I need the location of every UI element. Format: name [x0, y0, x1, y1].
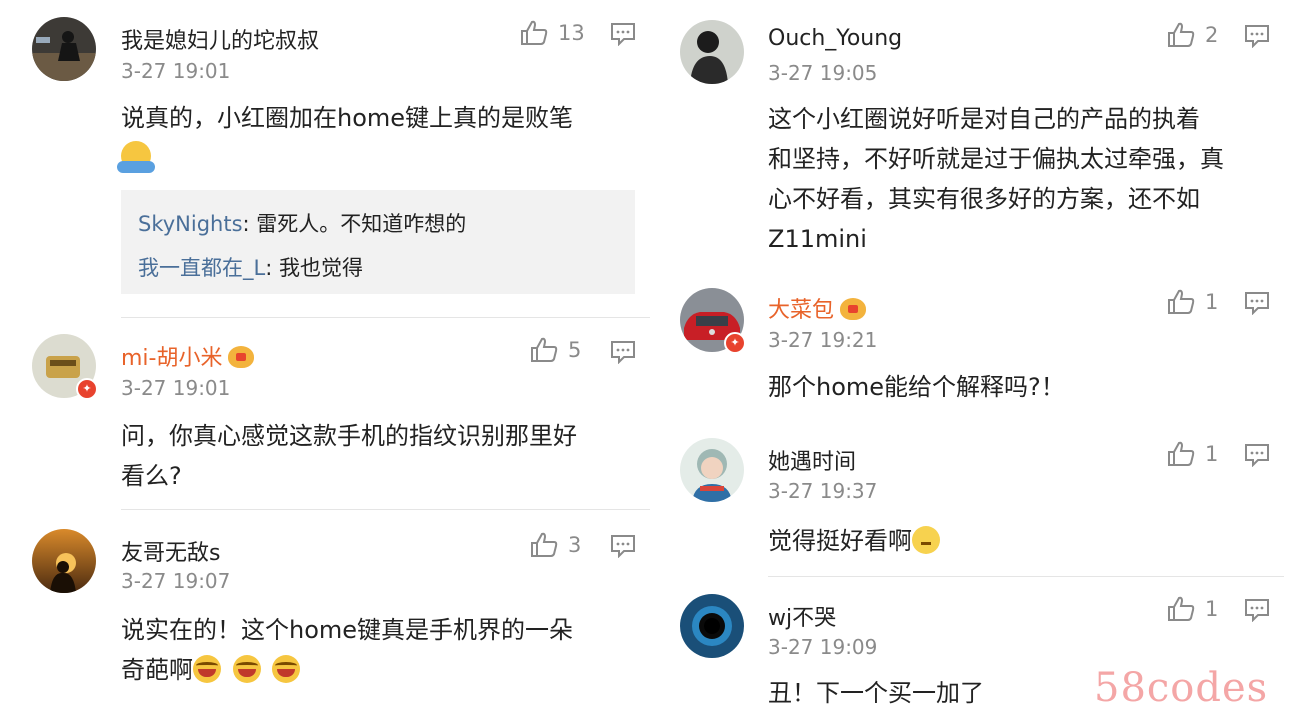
like-button[interactable]: 1	[1167, 289, 1218, 315]
avatar[interactable]	[32, 529, 96, 593]
like-count: 3	[568, 533, 582, 557]
reply-button[interactable]	[610, 22, 636, 50]
comment-text-line: Z11mini	[768, 225, 867, 253]
comment-text-line: 和坚持，不好听就是过于偏执太过牵强，真	[768, 145, 1224, 173]
comment-text: 觉得挺好看啊	[768, 521, 1278, 561]
username[interactable]: 大菜包	[768, 292, 867, 324]
like-button[interactable]: 1	[1167, 596, 1218, 622]
username-text: mi-胡小米	[121, 346, 223, 371]
comment-text-line: 问，你真心感觉这款手机的指纹识别那里好	[121, 422, 577, 450]
timestamp: 3-27 19:07	[121, 569, 231, 593]
comment-text-line: 说实在的！这个home键真是手机界的一朵	[121, 616, 574, 644]
divider	[768, 576, 1284, 577]
comment-text-line: 奇葩啊	[121, 656, 193, 684]
thumbs-up-icon	[1168, 22, 1195, 47]
avatar[interactable]	[680, 20, 744, 84]
username[interactable]: Ouch_Young	[768, 26, 902, 51]
timestamp: 3-27 19:09	[768, 635, 878, 659]
vip-crown-icon	[840, 298, 867, 320]
verified-badge-icon: ✦	[76, 378, 98, 400]
comment-text: 那个home能给个解释吗?！	[768, 373, 1065, 401]
username-text: 大菜包	[768, 298, 835, 323]
thumbs-up-icon	[1168, 441, 1195, 466]
comment-icon	[611, 23, 635, 47]
reply-preview-box[interactable]: SkyNights: 雷死人。不知道咋想的 我一直都在_L: 我也觉得	[121, 190, 635, 294]
like-count: 1	[1205, 290, 1219, 314]
comment-item: 她遇时间 3-27 19:37 1 觉得挺好看啊	[650, 420, 1294, 580]
thumbs-up-icon	[1168, 596, 1195, 621]
timestamp: 3-27 19:01	[121, 376, 231, 400]
comment-text: 这个小红圈说好听是对自己的产品的执着 和坚持，不好听就是过于偏执太过牵强，真 心…	[768, 99, 1278, 259]
comment-text: 说真的，小红圈加在home键上真的是败笔	[117, 98, 631, 178]
comment-text-line: 说真的，小红圈加在home键上真的是败笔	[121, 104, 574, 132]
avatar[interactable]	[680, 438, 744, 502]
comment-item: 我是媳妇儿的坨叔叔 3-27 19:01 13 说真的，小红圈加在home键上真…	[0, 0, 650, 320]
comment-item: ✦ mi-胡小米 3-27 19:01 5 问，你真心感觉这款手机的指纹识别那里…	[0, 320, 650, 510]
reply-username[interactable]: 我一直都在_L	[138, 256, 265, 280]
avatar[interactable]	[680, 594, 744, 658]
username[interactable]: 友哥无敌s	[121, 535, 220, 567]
comment-item: 友哥无敌s 3-27 19:07 3 说实在的！这个home键真是手机界的一朵 …	[0, 510, 650, 721]
vip-crown-icon	[228, 346, 255, 368]
thumbs-up-icon	[1168, 289, 1195, 314]
like-button[interactable]: 3	[530, 532, 581, 558]
username[interactable]: mi-胡小米	[121, 340, 255, 372]
comment-icon	[1245, 599, 1269, 623]
reply-preview-item: 我一直都在_L: 我也觉得	[138, 252, 363, 282]
verified-badge-icon: ✦	[724, 332, 746, 354]
username[interactable]: wj不哭	[768, 600, 836, 632]
thumbs-up-icon	[531, 532, 558, 557]
reply-button[interactable]	[1244, 443, 1270, 471]
like-count: 1	[1205, 442, 1219, 466]
username[interactable]: 我是媳妇儿的坨叔叔	[121, 23, 319, 55]
comment-icon	[1245, 444, 1269, 468]
watermark: 58codes	[1094, 665, 1269, 711]
like-button[interactable]: 13	[520, 20, 585, 46]
comment-text-line: 觉得挺好看啊	[768, 527, 912, 555]
divider	[121, 317, 650, 318]
like-count: 5	[568, 338, 582, 362]
reply-text: : 雷死人。不知道咋想的	[242, 212, 467, 236]
like-count: 1	[1205, 597, 1219, 621]
shrug-emoji-icon	[117, 141, 155, 173]
comment-text-line: 这个小红圈说好听是对自己的产品的执着	[768, 105, 1200, 133]
like-button[interactable]: 2	[1167, 22, 1218, 48]
comment-text-line: 心不好看，其实有很多好的方案，还不如	[768, 185, 1200, 213]
comment-icon	[1245, 25, 1269, 49]
like-button[interactable]: 1	[1167, 441, 1218, 467]
like-count: 2	[1205, 23, 1219, 47]
thumbs-up-icon	[531, 337, 558, 362]
like-button[interactable]: 5	[530, 337, 581, 363]
avatar[interactable]	[32, 17, 96, 81]
comment-text: 问，你真心感觉这款手机的指纹识别那里好 看么?	[121, 416, 641, 496]
reply-username[interactable]: SkyNights	[138, 212, 243, 236]
timestamp: 3-27 19:21	[768, 328, 878, 352]
comment-icon	[611, 341, 635, 365]
reply-preview-item: SkyNights: 雷死人。不知道咋想的	[138, 208, 466, 238]
comment-icon	[1245, 292, 1269, 316]
reply-button[interactable]	[610, 534, 636, 562]
timestamp: 3-27 19:05	[768, 61, 878, 85]
laugh-emoji-icon	[232, 655, 261, 683]
laugh-emoji-icon	[193, 655, 221, 683]
timestamp: 3-27 19:37	[768, 479, 878, 503]
username[interactable]: 她遇时间	[768, 444, 856, 476]
comment-icon	[611, 535, 635, 559]
like-count: 13	[558, 21, 585, 45]
thumbs-up-icon	[521, 20, 548, 45]
reply-button[interactable]	[610, 340, 636, 368]
timestamp: 3-27 19:01	[121, 59, 231, 83]
comment-text: 说实在的！这个home键真是手机界的一朵 奇葩啊	[121, 610, 641, 690]
reply-button[interactable]	[1244, 24, 1270, 52]
comment-item: ✦ 大菜包 3-27 19:21 1 那个home能给个解释吗?！	[650, 270, 1294, 420]
laugh-emoji-icon	[272, 655, 301, 683]
comment-item: Ouch_Young 3-27 19:05 2 这个小红圈说好听是对自己的产品的…	[650, 0, 1294, 270]
reply-button[interactable]	[1244, 598, 1270, 626]
reply-button[interactable]	[1244, 291, 1270, 319]
thinking-emoji-icon	[912, 526, 940, 554]
reply-text: : 我也觉得	[265, 256, 363, 280]
comment-text-line: 看么?	[121, 462, 182, 490]
